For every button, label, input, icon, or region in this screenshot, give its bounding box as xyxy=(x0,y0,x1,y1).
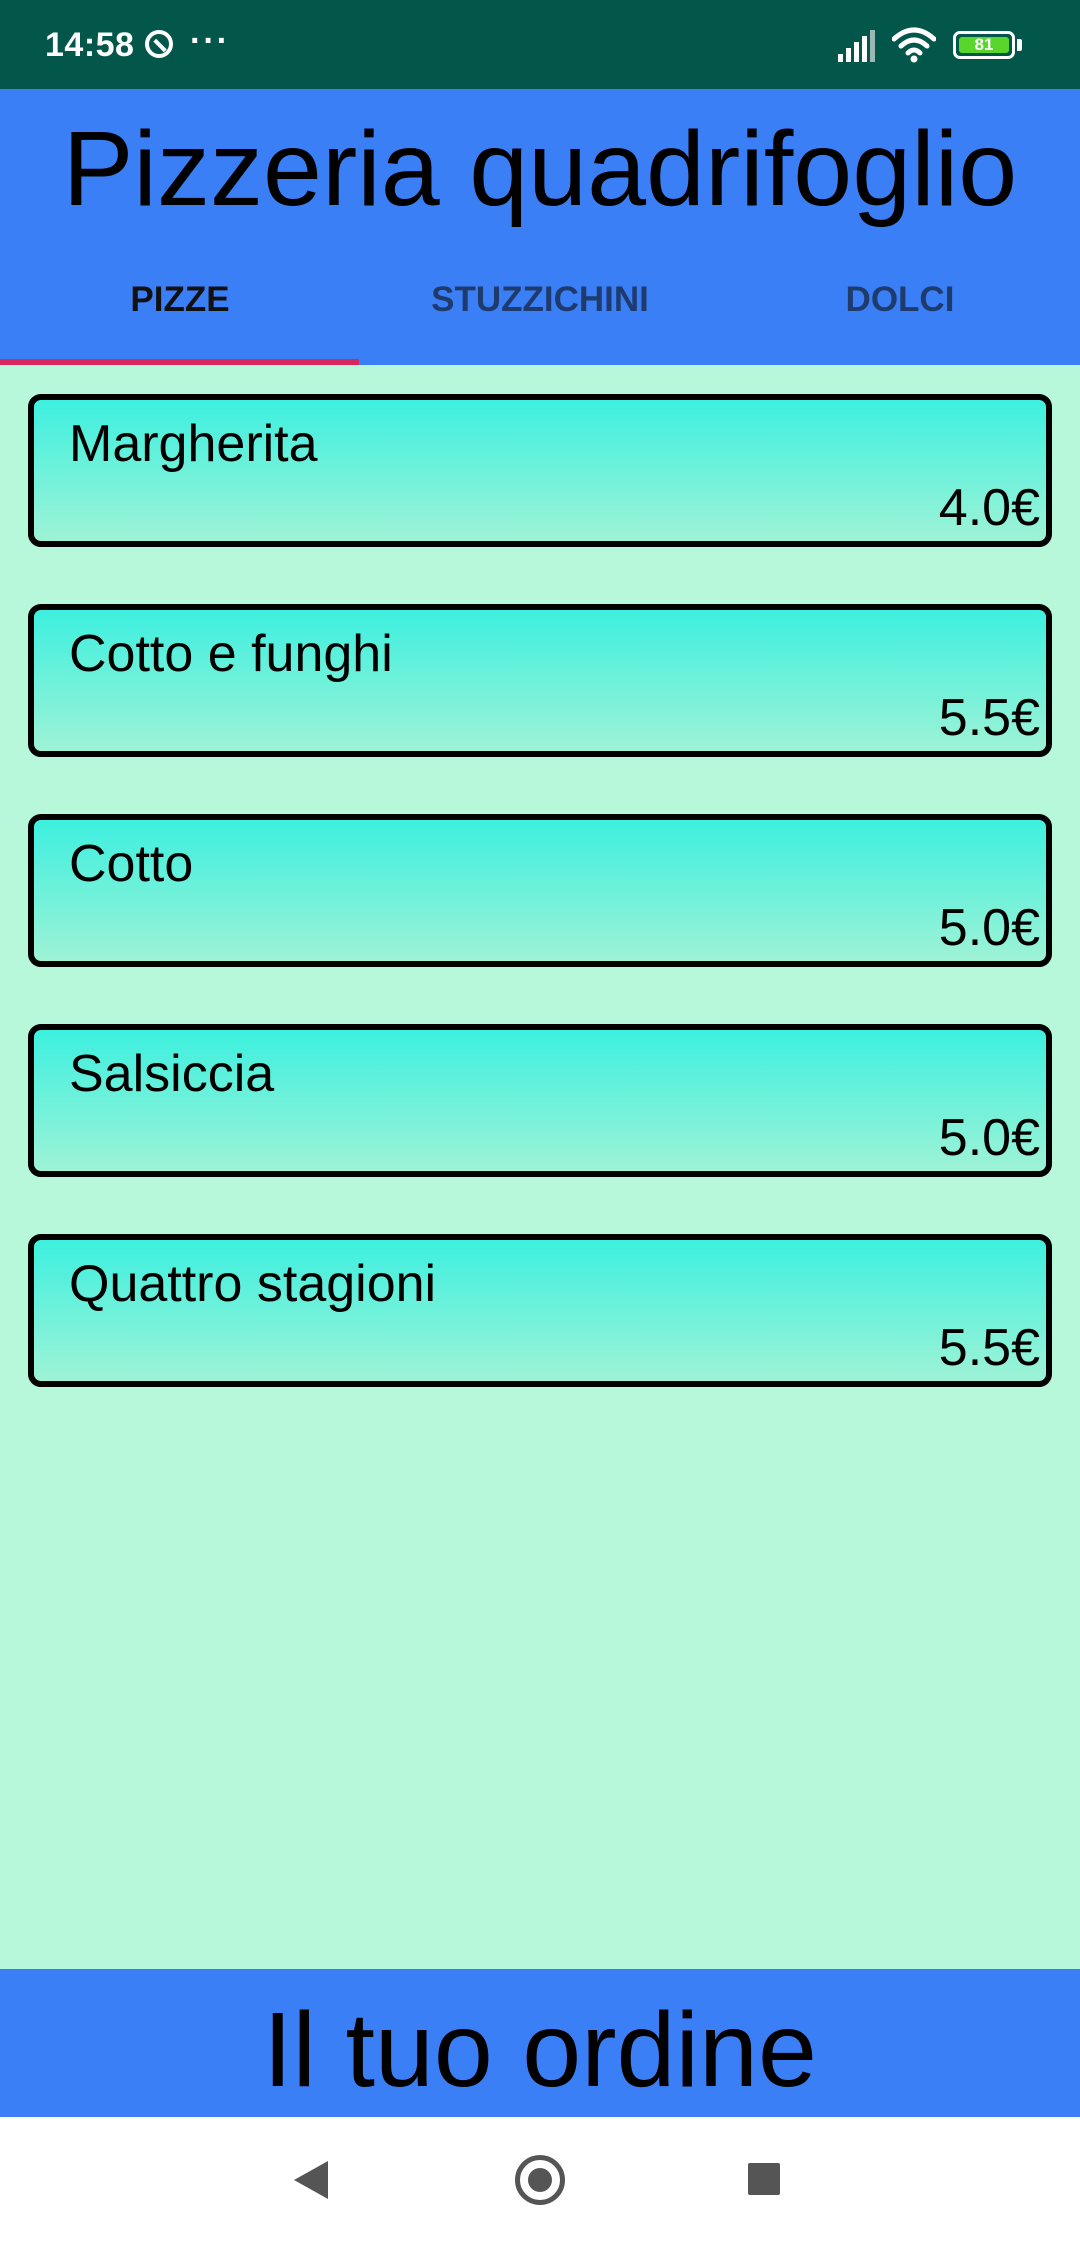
menu-item-price: 5.5€ xyxy=(938,1319,1040,1377)
menu-item-price: 5.5€ xyxy=(938,689,1040,747)
battery-tip xyxy=(1017,39,1022,51)
battery-level: 81 xyxy=(959,36,1009,53)
menu-item-card[interactable]: Salsiccia 5.0€ xyxy=(28,1024,1052,1177)
menu-item-name: Cotto xyxy=(69,835,194,893)
menu-item-card[interactable]: Margherita 4.0€ xyxy=(28,394,1052,547)
tab-pizze[interactable]: PIZZE xyxy=(0,269,360,365)
app-header: Pizzeria quadrifoglio PIZZE STUZZICHINI … xyxy=(0,89,1080,365)
status-bar: 14:58 ··· 81 xyxy=(0,0,1080,89)
tab-label: PIZZE xyxy=(130,280,230,319)
menu-item-name: Salsiccia xyxy=(69,1045,275,1103)
recents-icon[interactable] xyxy=(748,2163,780,2195)
menu-item-price: 5.0€ xyxy=(938,899,1040,957)
menu-item-name: Cotto e funghi xyxy=(69,625,393,683)
tab-selected-indicator xyxy=(0,359,359,365)
status-time: 14:58 xyxy=(45,26,135,64)
back-icon[interactable] xyxy=(294,2161,328,2199)
wifi-icon xyxy=(892,27,936,63)
signal-icon xyxy=(838,30,875,62)
tab-stuzzichini[interactable]: STUZZICHINI xyxy=(360,269,720,365)
order-button[interactable]: Il tuo ordine xyxy=(0,1969,1080,2117)
more-notifications-icon: ··· xyxy=(190,22,230,60)
sync-status-icon xyxy=(145,30,173,58)
menu-item-price: 5.0€ xyxy=(938,1109,1040,1167)
tab-dolci[interactable]: DOLCI xyxy=(720,269,1080,365)
menu-item-card[interactable]: Cotto 5.0€ xyxy=(28,814,1052,967)
tab-label: DOLCI xyxy=(845,280,955,319)
home-icon[interactable] xyxy=(515,2155,565,2205)
menu-item-price: 4.0€ xyxy=(938,479,1040,537)
menu-item-card[interactable]: Cotto e funghi 5.5€ xyxy=(28,604,1052,757)
menu-item-card[interactable]: Quattro stagioni 5.5€ xyxy=(28,1234,1052,1387)
home-dot xyxy=(528,2168,552,2192)
menu-item-name: Quattro stagioni xyxy=(69,1255,437,1313)
navigation-bar xyxy=(0,2117,1080,2246)
tab-bar: PIZZE STUZZICHINI DOLCI xyxy=(0,269,1080,365)
menu-item-name: Margherita xyxy=(69,415,318,473)
tab-label: STUZZICHINI xyxy=(431,280,649,319)
page-title: Pizzeria quadrifoglio xyxy=(62,110,1018,228)
battery-icon: 81 xyxy=(953,31,1015,59)
